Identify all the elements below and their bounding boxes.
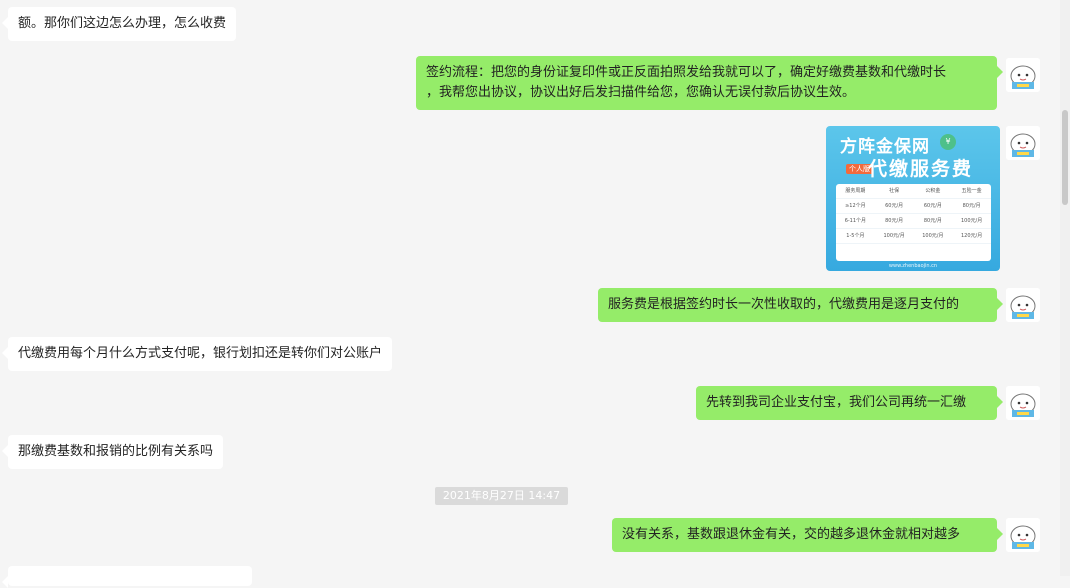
fee-table-row: 6-11个月 80元/月 80元/月 100元/月 [836, 214, 991, 229]
fee-table-row: ≥12个月 60元/月 60元/月 80元/月 [836, 199, 991, 214]
incoming-message-bubble[interactable]: 那缴费基数和报销的比例有关系吗 [1, 435, 224, 469]
message-text-line: 签约流程：把您的身份证复印件或正反面拍照发给我就可以了，确定好缴费基数和代缴时长 [426, 65, 947, 80]
cartoon-avatar-icon [1006, 518, 1040, 552]
outgoing-message-bubble[interactable]: 服务费是根据签约时长一次性收取的，代缴费用是逐月支付的 [598, 288, 1003, 322]
coin-icon: ¥ [940, 134, 956, 150]
scrollbar[interactable] [1060, 0, 1070, 576]
fee-table-cell: 60元/月 [923, 203, 942, 209]
fee-table-cell: ≥12个月 [845, 203, 866, 209]
fee-table-cell: 1-5个月 [846, 233, 865, 239]
incoming-message-bubble-partial[interactable] [2, 566, 252, 588]
fee-table-header-cell: 五险一金 [961, 188, 982, 194]
fee-table-cell: 6-11个月 [844, 218, 867, 224]
fee-table-cell: 100元/月 [922, 233, 944, 239]
fee-table-header: 服务周期 社保 公积金 五险一金 [836, 184, 991, 199]
avatar[interactable] [1006, 126, 1040, 160]
fee-table-cell: 100元/月 [883, 233, 905, 239]
avatar[interactable] [1006, 386, 1040, 420]
service-fee-image-card[interactable]: 方阵金保网 ¥ 个人版 代缴服务费 服务周期 社保 公积金 五险一金 ≥12个月… [826, 126, 1000, 271]
outgoing-message-bubble[interactable]: 签约流程：把您的身份证复印件或正反面拍照发给我就可以了，确定好缴费基数和代缴时长… [416, 56, 1003, 110]
message-text: 那缴费基数和报销的比例有关系吗 [18, 444, 214, 459]
fee-table-header-cell: 社保 [889, 188, 900, 194]
fee-table-cell: 120元/月 [961, 233, 983, 239]
fee-table-header-cell: 服务周期 [845, 188, 866, 194]
message-text: 没有关系，基数跟退休金有关，交的越多退休金就相对越多 [622, 527, 961, 542]
message-text: 服务费是根据签约时长一次性收取的，代缴费用是逐月支付的 [608, 297, 960, 312]
incoming-message-bubble[interactable]: 代缴费用每个月什么方式支付呢，银行划扣还是转你们对公账户 [1, 337, 393, 371]
outgoing-message-bubble[interactable]: 没有关系，基数跟退休金有关，交的越多退休金就相对越多 [612, 518, 1003, 552]
message-text: 代缴费用每个月什么方式支付呢，银行划扣还是转你们对公账户 [18, 346, 383, 361]
fee-table-cell: 60元/月 [885, 203, 904, 209]
cartoon-avatar-icon [1006, 58, 1040, 92]
message-text: 先转到我司企业支付宝，我们公司再统一汇缴 [706, 395, 967, 410]
avatar[interactable] [1006, 58, 1040, 92]
message-text: 额。那你们这边怎么办理，怎么收费 [18, 16, 227, 31]
cartoon-avatar-icon [1006, 288, 1040, 322]
scrollbar-thumb[interactable] [1062, 110, 1068, 205]
timestamp: 2021年8月27日 14:47 [435, 487, 568, 505]
card-footer-url: www.zhenbaojin.cn [888, 263, 938, 269]
cartoon-avatar-icon [1006, 386, 1040, 420]
fee-table-cell: 80元/月 [923, 218, 942, 224]
fee-table-cell: 80元/月 [885, 218, 904, 224]
fee-table-cell: 100元/月 [961, 218, 983, 224]
avatar[interactable] [1006, 518, 1040, 552]
message-text-line: ，我帮您出协议，协议出好后发扫描件给您，您确认无误付款后协议生效。 [426, 85, 856, 100]
fee-table: 服务周期 社保 公积金 五险一金 ≥12个月 60元/月 60元/月 80元/月… [836, 184, 991, 261]
chat-message-list[interactable]: 额。那你们这边怎么办理，怎么收费 签约流程：把您的身份证复印件或正反面拍照发给我… [0, 0, 1060, 588]
incoming-message-bubble[interactable]: 额。那你们这边怎么办理，怎么收费 [1, 7, 237, 41]
cartoon-avatar-icon [1006, 126, 1040, 160]
avatar[interactable] [1006, 288, 1040, 322]
fee-table-row: 1-5个月 100元/月 100元/月 120元/月 [836, 229, 991, 244]
fee-table-cell: 80元/月 [962, 203, 981, 209]
outgoing-message-bubble[interactable]: 先转到我司企业支付宝，我们公司再统一汇缴 [696, 386, 1003, 420]
fee-table-header-cell: 公积金 [925, 188, 941, 194]
card-title: 代缴服务费 [868, 158, 974, 180]
